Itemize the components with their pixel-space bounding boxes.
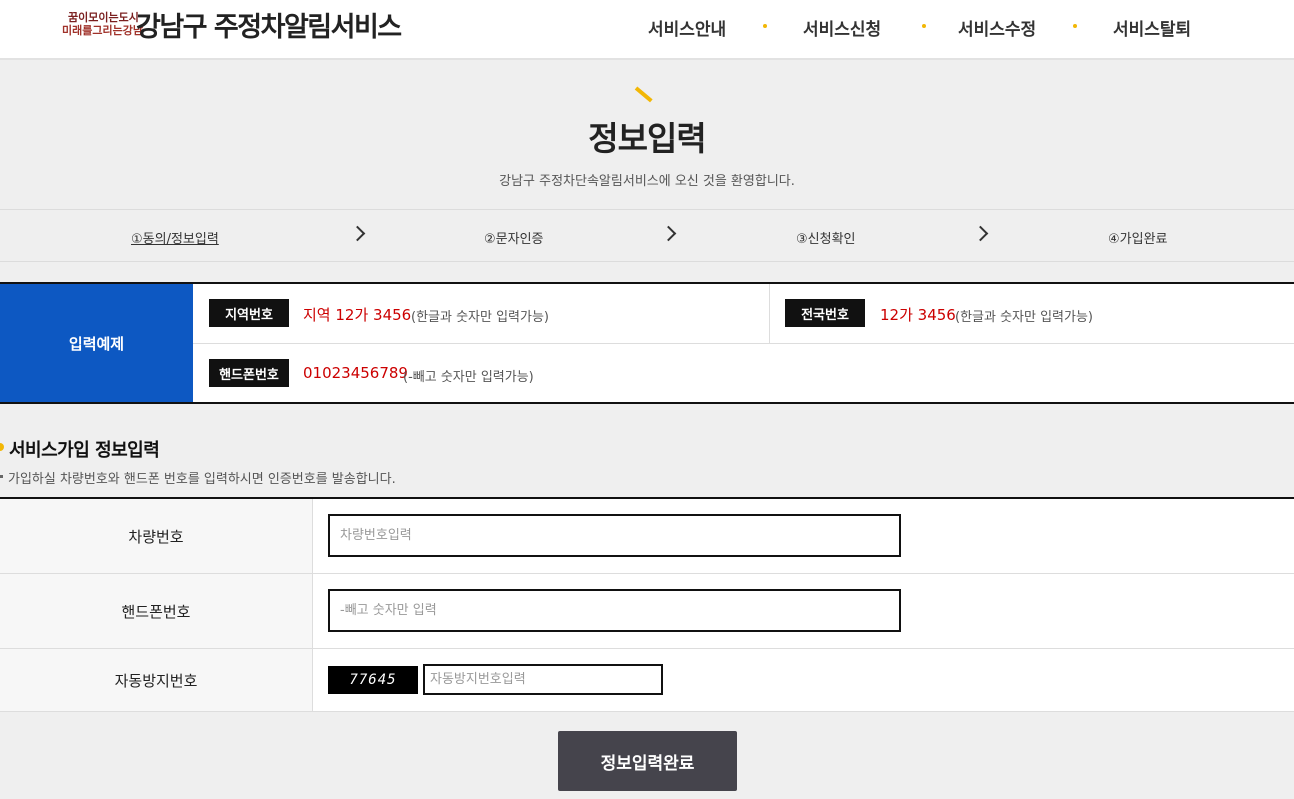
phone-number-note: (-빼고 숫자만 입력가능) [403, 370, 534, 385]
title-accent-line [634, 86, 653, 103]
captcha-label: 자동방지번호 [0, 649, 313, 711]
bullet-icon [0, 475, 3, 478]
page-title: 정보입력 [588, 119, 706, 158]
step-complete: ④가입완료 [1108, 232, 1168, 247]
nav-service-withdraw[interactable]: 서비스탈퇴 [1113, 15, 1191, 40]
national-number-example: 12가 3456 [880, 306, 956, 324]
submit-info-button[interactable]: 정보입력완료 [558, 731, 737, 791]
divider [769, 284, 770, 343]
nav-separator-dot [763, 24, 767, 28]
step-indicator: ①동의/정보입력 ②문자인증 ③신청확인 ④가입완료 [0, 209, 1294, 262]
step-consent-info: ①동의/정보입력 [131, 232, 219, 247]
nav-service-info[interactable]: 서비스안내 [648, 15, 726, 40]
local-number-note: (한글과 숫자만 입력가능) [411, 310, 550, 325]
site-header: 꿈이모이는도시 미래를그리는강남 강남구 주정차알림서비스 서비스안내 서비스신… [0, 0, 1294, 60]
signup-form: 차량번호 핸드폰번호 자동방지번호 77645 [0, 497, 1294, 712]
form-row-phone: 핸드폰번호 [0, 574, 1294, 649]
local-number-example: 지역 12가 3456 [303, 306, 412, 324]
divider [193, 343, 1294, 344]
national-number-note: (한글과 숫자만 입력가능) [955, 310, 1094, 325]
chevron-right-icon [349, 225, 366, 242]
phone-number-example: 01023456789 [303, 364, 408, 382]
chevron-right-icon [972, 225, 989, 242]
input-example-box: 입력예제 지역번호 지역 12가 3456 (한글과 숫자만 입력가능) 전국번… [0, 282, 1294, 404]
chevron-right-icon [660, 225, 677, 242]
nav-service-apply[interactable]: 서비스신청 [803, 15, 881, 40]
nav-service-edit[interactable]: 서비스수정 [958, 15, 1036, 40]
form-row-captcha: 자동방지번호 77645 [0, 649, 1294, 712]
example-label: 입력예제 [0, 284, 193, 402]
step-confirm: ③신청확인 [796, 232, 856, 247]
car-number-input[interactable] [328, 514, 901, 557]
section-title: 서비스가입 정보입력 [9, 440, 160, 461]
phone-number-input[interactable] [328, 589, 901, 632]
captcha-input[interactable] [423, 664, 663, 695]
captcha-image: 77645 [328, 666, 418, 694]
national-number-badge: 전국번호 [785, 299, 865, 327]
step-sms-auth: ②문자인증 [484, 232, 544, 247]
section-description: 가입하실 차량번호와 핸드폰 번호를 입력하시면 인증번호를 발송합니다. [8, 472, 396, 487]
form-row-car: 차량번호 [0, 499, 1294, 574]
main-nav: 서비스안내 서비스신청 서비스수정 서비스탈퇴 [0, 15, 1294, 40]
page-subtitle: 강남구 주정차단속알림서비스에 오신 것을 환영합니다. [499, 174, 795, 189]
phone-number-badge: 핸드폰번호 [209, 359, 289, 387]
nav-separator-dot [1073, 24, 1077, 28]
phone-number-label: 핸드폰번호 [0, 574, 313, 648]
local-number-badge: 지역번호 [209, 299, 289, 327]
nav-separator-dot [922, 24, 926, 28]
section-bullet-icon [0, 443, 4, 451]
car-number-label: 차량번호 [0, 499, 313, 573]
